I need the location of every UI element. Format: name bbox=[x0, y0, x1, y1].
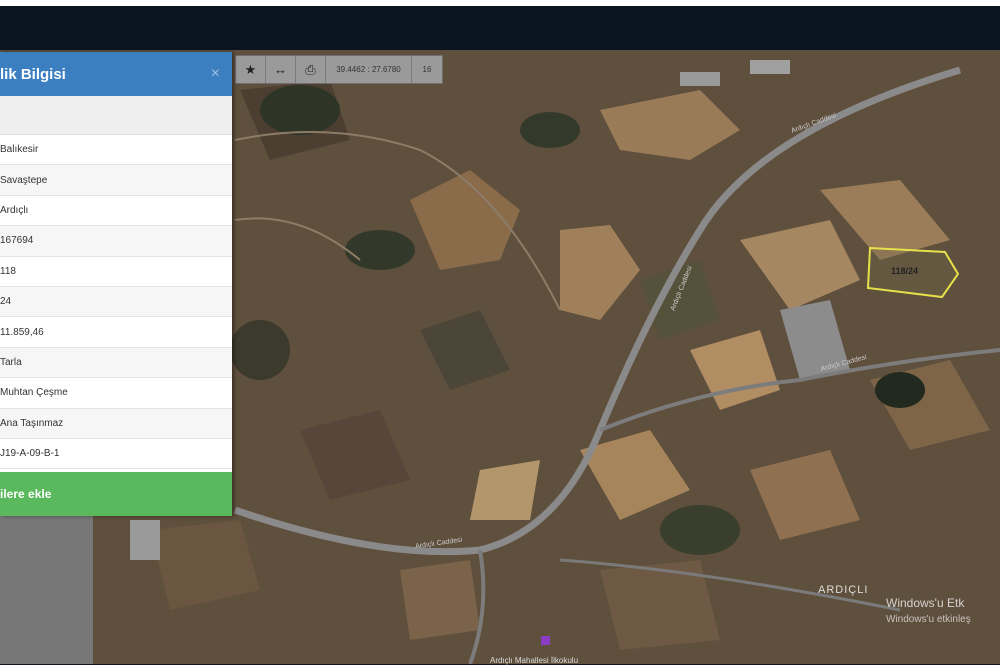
panel-title: lik Bilgisi bbox=[0, 65, 66, 83]
add-to-favorites-button[interactable]: ilere ekle bbox=[0, 472, 232, 516]
zoom-level: 16 bbox=[422, 65, 432, 74]
info-row-location: Muhtan Çeşme bbox=[0, 378, 232, 409]
print-icon[interactable]: ⎙ bbox=[296, 56, 326, 83]
favorite-star-icon[interactable]: ★ bbox=[236, 56, 266, 83]
coordinate-readout: 39.4462 : 27.6780 bbox=[326, 56, 412, 83]
map-toolbar: ★ ↔ ⎙ 39.4462 : 27.6780 16 bbox=[235, 55, 443, 84]
info-row-neighborhood: Ardıçlı bbox=[0, 196, 232, 227]
info-row-quality: Tarla bbox=[0, 347, 232, 379]
left-strip bbox=[0, 516, 93, 664]
close-icon[interactable]: × bbox=[211, 65, 220, 83]
info-row-type: Ana Taşınmaz bbox=[0, 408, 232, 439]
panel-header: lik Bilgisi × bbox=[0, 52, 232, 96]
parcel-info-panel: lik Bilgisi × Balıkesir Savaştepe Ardıçl… bbox=[0, 52, 232, 516]
measure-icon[interactable]: ↔ bbox=[266, 56, 296, 83]
info-row-block: 118 bbox=[0, 257, 232, 287]
panel-subheader bbox=[0, 96, 232, 135]
info-row-district: Savaştepe bbox=[0, 165, 232, 196]
school-marker-icon[interactable] bbox=[541, 636, 550, 645]
info-row-sheet: J19-A-09-B-1 bbox=[0, 439, 232, 470]
windows-watermark-line1: Windows'u Etk bbox=[886, 596, 965, 610]
info-row-id: 167694 bbox=[0, 226, 232, 257]
info-row-province: Balıkesir bbox=[0, 135, 232, 166]
info-row-area: 11.859,46 bbox=[0, 317, 232, 348]
windows-watermark-line2: Windows'u etkinleş bbox=[886, 614, 971, 625]
info-row-parcel: 24 bbox=[0, 286, 232, 318]
town-label: ARDIÇLI bbox=[818, 584, 869, 596]
parcel-label: 118/24 bbox=[891, 266, 919, 276]
top-navbar bbox=[0, 0, 1000, 50]
